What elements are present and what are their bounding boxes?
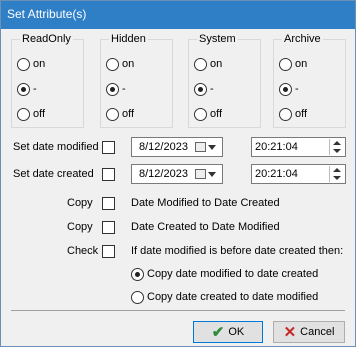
option-label: off (295, 108, 308, 120)
time-modified-spinner[interactable]: 20:21:04 (251, 137, 346, 157)
spin-up-icon[interactable] (333, 168, 341, 172)
radio-button[interactable] (106, 82, 119, 96)
dialog-window: Set Attribute(s) ReadOnly on - off Hidde… (0, 0, 356, 347)
spin-down-icon[interactable] (333, 149, 341, 153)
spin-up-icon[interactable] (333, 141, 341, 145)
spin-buttons[interactable] (329, 139, 344, 155)
archive-off-option[interactable]: off (279, 106, 307, 122)
group-title: Archive (282, 33, 323, 45)
readonly-on-option[interactable]: on (17, 56, 45, 72)
option-label: off (33, 108, 46, 120)
readonly-off-option[interactable]: off (17, 106, 45, 122)
date-created-picker[interactable]: 8/12/2023 (131, 164, 223, 184)
chevron-down-icon[interactable] (208, 172, 216, 177)
copy-modified-to-created-checkbox[interactable] (102, 197, 115, 210)
dialog-body: ReadOnly on - off Hidden on - off System… (1, 29, 355, 346)
cancel-button[interactable]: ✕ Cancel (273, 321, 345, 343)
calendar-icon[interactable] (195, 142, 206, 152)
group-title: System (197, 33, 238, 45)
radio-button[interactable] (194, 82, 207, 96)
group-system: System on - off (188, 33, 261, 128)
system-off-option[interactable]: off (194, 106, 222, 122)
system-on-option[interactable]: on (194, 56, 222, 72)
check-label: Check (67, 245, 99, 257)
copy-created-to-modified-checkbox[interactable] (102, 221, 115, 234)
radio-button[interactable] (279, 82, 292, 96)
radio-button[interactable] (279, 107, 292, 121)
radio-button[interactable] (17, 82, 30, 96)
group-archive: Archive on - off (273, 33, 346, 128)
date-value: 8/12/2023 (139, 141, 188, 153)
time-value: 20:21:04 (255, 141, 298, 153)
option-label: - (210, 83, 214, 95)
group-hidden: Hidden on - off (100, 33, 173, 128)
calendar-icon[interactable] (195, 169, 206, 179)
date-modified-picker[interactable]: 8/12/2023 (131, 137, 223, 157)
check-date-order-label: If date modified is before date created … (131, 245, 344, 257)
time-value: 20:21:04 (255, 168, 298, 180)
radio-button[interactable] (17, 107, 30, 121)
archive-unchanged-option[interactable]: - (279, 81, 299, 97)
title-bar[interactable]: Set Attribute(s) (1, 1, 355, 29)
check-date-order-checkbox[interactable] (102, 245, 115, 258)
option-label: off (210, 108, 223, 120)
option-copy-created-to-modified[interactable]: Copy date created to date modified (131, 289, 318, 305)
group-title: Hidden (109, 33, 148, 45)
radio-button[interactable] (194, 57, 207, 71)
hidden-on-option[interactable]: on (106, 56, 134, 72)
ok-button[interactable]: ✔ OK (193, 321, 263, 343)
separator (11, 310, 345, 311)
spin-buttons[interactable] (329, 166, 344, 182)
copy-label: Copy (67, 197, 93, 209)
option-label: Copy date modified to date created (147, 268, 319, 280)
cancel-label: Cancel (300, 326, 335, 338)
hidden-unchanged-option[interactable]: - (106, 81, 126, 97)
radio-button[interactable] (106, 57, 119, 71)
option-label: - (33, 83, 37, 95)
copy-created-to-modified-label: Date Created to Date Modified (131, 221, 280, 233)
set-date-created-label: Set date created (13, 168, 94, 180)
option-label: Copy date created to date modified (147, 291, 319, 303)
option-label: off (122, 108, 135, 120)
time-created-spinner[interactable]: 20:21:04 (251, 164, 346, 184)
archive-on-option[interactable]: on (279, 56, 307, 72)
radio-button[interactable] (131, 267, 144, 281)
radio-button[interactable] (17, 57, 30, 71)
set-date-modified-checkbox[interactable] (102, 141, 115, 154)
date-value: 8/12/2023 (139, 168, 188, 180)
copy-modified-to-created-label: Date Modified to Date Created (131, 197, 280, 209)
option-label: - (122, 83, 126, 95)
radio-button[interactable] (279, 57, 292, 71)
set-date-created-checkbox[interactable] (102, 168, 115, 181)
checkmark-icon: ✔ (211, 324, 225, 341)
option-copy-modified-to-created[interactable]: Copy date modified to date created (131, 266, 318, 282)
radio-button[interactable] (131, 290, 144, 304)
radio-button[interactable] (194, 107, 207, 121)
group-readonly: ReadOnly on - off (11, 33, 84, 128)
chevron-down-icon[interactable] (208, 145, 216, 150)
spin-down-icon[interactable] (333, 176, 341, 180)
window-title: Set Attribute(s) (7, 7, 87, 21)
option-label: on (210, 58, 223, 70)
copy-label: Copy (67, 221, 93, 233)
readonly-unchanged-option[interactable]: - (17, 81, 37, 97)
option-label: on (33, 58, 46, 70)
ok-label: OK (228, 326, 245, 338)
option-label: on (295, 58, 308, 70)
group-title: ReadOnly (20, 33, 73, 45)
option-label: - (295, 83, 299, 95)
set-date-modified-label: Set date modified (13, 141, 99, 153)
system-unchanged-option[interactable]: - (194, 81, 214, 97)
hidden-off-option[interactable]: off (106, 106, 134, 122)
close-icon: ✕ (283, 324, 297, 341)
radio-button[interactable] (106, 107, 119, 121)
option-label: on (122, 58, 135, 70)
